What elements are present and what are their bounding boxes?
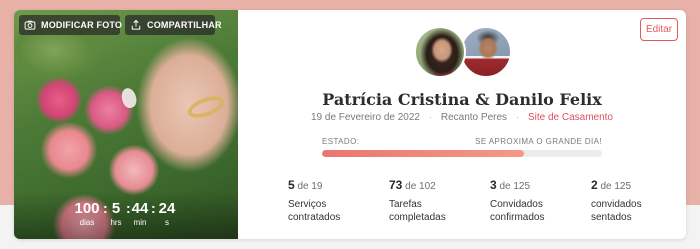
modify-photo-label: MODIFICAR FOTO <box>41 20 123 30</box>
countdown-hours: 5 hrs <box>106 200 126 229</box>
countdown-seconds-value: 24 <box>158 200 176 217</box>
meta-separator: · <box>515 112 520 123</box>
photo-detail-ring <box>185 92 227 122</box>
stat-tasks-total: de 102 <box>405 181 436 192</box>
wedding-meta: 19 de Fevereiro de 2022 · Recanto Peres … <box>238 112 686 123</box>
countdown-seconds-label: s <box>165 218 169 227</box>
share-icon <box>131 19 141 30</box>
countdown-hours-value: 5 <box>111 200 121 217</box>
countdown-minutes-value: 44 <box>131 200 149 217</box>
stat-guests-seated-label: convidados sentados <box>591 199 642 223</box>
countdown-days-label: dias <box>79 218 95 227</box>
countdown-seconds: 24 s <box>155 200 179 229</box>
stat-tasks[interactable]: 73 de 102 Tarefas completadas <box>389 178 459 224</box>
camera-icon <box>24 20 36 30</box>
share-label: COMPARTILHAR <box>147 20 222 30</box>
countdown-minutes-label: min <box>133 218 147 227</box>
countdown-days-value: 100 <box>74 200 100 217</box>
planning-progress-fill <box>322 150 524 157</box>
share-button[interactable]: COMPARTILHAR <box>125 15 222 35</box>
stat-guests-seated-done: 2 <box>591 178 598 192</box>
wedding-date: 19 de Fevereiro de 2022 <box>311 112 420 123</box>
stat-services-label: Serviços contratados <box>288 199 341 223</box>
status-row: ESTADO: SE APROXIMA O GRANDE DIA! <box>322 137 602 146</box>
edit-button[interactable]: Editar <box>640 18 678 41</box>
photo-detail-nail <box>119 86 139 110</box>
stat-guests-confirmed[interactable]: 3 de 125 Convidados confirmados <box>490 178 560 224</box>
wedding-venue: Recanto Peres <box>440 112 508 123</box>
couple-photo: MODIFICAR FOTO COMPARTILHAR 100 dias : 5… <box>14 10 238 239</box>
stat-guests-seated-total: de 125 <box>600 181 632 192</box>
stat-guests-confirmed-done: 3 <box>490 178 497 192</box>
wedding-site-link[interactable]: Site de Casamento <box>528 112 613 123</box>
stat-tasks-label: Tarefas completadas <box>389 199 446 223</box>
wedding-summary-card: MODIFICAR FOTO COMPARTILHAR 100 dias : 5… <box>14 10 686 239</box>
planning-progress-bar <box>322 150 602 157</box>
couple-name: Patrícia Cristina & Danilo Felix <box>322 90 602 109</box>
stat-tasks-done: 73 <box>389 178 403 192</box>
stat-services-total: de 19 <box>297 181 323 192</box>
stat-guests-confirmed-total: de 125 <box>499 181 531 192</box>
countdown-minutes: 44 min <box>130 200 150 229</box>
stat-guests-seated[interactable]: 2 de 125 convidados sentados <box>591 178 661 224</box>
meta-separator: · <box>428 112 433 123</box>
stat-services[interactable]: 5 de 19 Serviços contratados <box>288 178 358 224</box>
status-message: SE APROXIMA O GRANDE DIA! <box>475 137 602 146</box>
countdown-hours-label: hrs <box>110 218 122 227</box>
status-label: ESTADO: <box>322 137 360 146</box>
groom-avatar <box>460 26 512 78</box>
stat-guests-confirmed-label: Convidados confirmados <box>490 199 545 223</box>
stat-services-done: 5 <box>288 178 295 192</box>
countdown-days: 100 dias <box>72 200 102 229</box>
bride-avatar <box>414 26 466 78</box>
modify-photo-button[interactable]: MODIFICAR FOTO <box>19 15 123 35</box>
